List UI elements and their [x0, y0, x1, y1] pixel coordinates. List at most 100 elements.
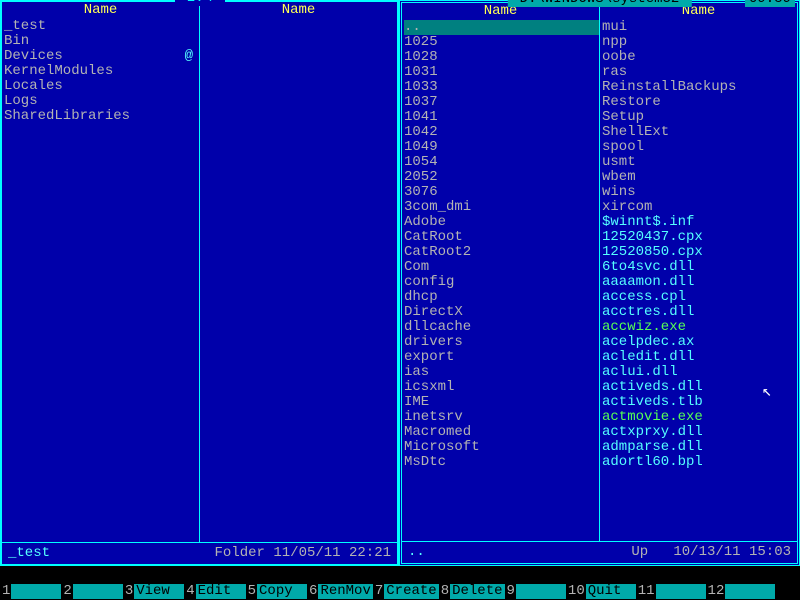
list-item[interactable]: _test — [4, 19, 199, 34]
right-col-2: Name muinppooberasReinstallBackupsRestor… — [600, 3, 797, 541]
fkey-number: 7 — [373, 584, 384, 599]
list-item[interactable]: 1025 — [404, 35, 599, 50]
list-item[interactable]: drivers — [404, 335, 599, 350]
fkey-6[interactable]: 6RenMov — [307, 584, 373, 599]
list-item[interactable]: wbem — [602, 170, 797, 185]
right-status-bar: .. Up 10/13/11 15:03 — [402, 541, 797, 563]
list-item[interactable]: Microsoft — [404, 440, 599, 455]
file-list[interactable]: muinppooberasReinstallBackupsRestoreSetu… — [600, 20, 797, 541]
list-item[interactable]: activeds.tlb — [602, 395, 797, 410]
fkey-10[interactable]: 10Quit — [566, 584, 636, 599]
list-item[interactable]: 2052 — [404, 170, 599, 185]
list-item[interactable]: Restore — [602, 95, 797, 110]
list-item[interactable]: adortl60.bpl — [602, 455, 797, 470]
fkey-11[interactable]: 11 — [636, 584, 706, 599]
list-item[interactable]: 1042 — [404, 125, 599, 140]
attr-marker: @ — [185, 49, 193, 64]
file-list[interactable] — [200, 19, 397, 542]
list-item[interactable]: KernelModules — [4, 64, 199, 79]
fkey-8[interactable]: 8Delete — [439, 584, 505, 599]
fkey-5[interactable]: 5Copy — [246, 584, 307, 599]
fkey-7[interactable]: 7Create — [373, 584, 439, 599]
list-item[interactable]: admparse.dll — [602, 440, 797, 455]
list-item[interactable]: 3com_dmi — [404, 200, 599, 215]
fkey-9[interactable]: 9 — [505, 584, 566, 599]
left-panel-title: 2:\ — [174, 0, 224, 6]
list-item[interactable]: 1049 — [404, 140, 599, 155]
list-item[interactable]: icsxml — [404, 380, 599, 395]
left-panel[interactable]: 2:\ Name _testBinDevices@KernelModulesLo… — [0, 0, 399, 566]
fkey-1[interactable]: 1 — [0, 584, 61, 599]
fkey-label — [11, 584, 61, 599]
list-item[interactable]: ras — [602, 65, 797, 80]
list-item[interactable]: Logs — [4, 94, 199, 109]
list-item[interactable]: $winnt$.inf — [602, 215, 797, 230]
list-item[interactable]: Setup — [602, 110, 797, 125]
list-item[interactable]: actxprxy.dll — [602, 425, 797, 440]
list-item[interactable]: 1031 — [404, 65, 599, 80]
list-item[interactable]: .. — [404, 20, 599, 35]
list-item[interactable]: dhcp — [404, 290, 599, 305]
command-line[interactable] — [0, 566, 800, 582]
file-list[interactable]: _testBinDevices@KernelModulesLocalesLogs… — [2, 19, 199, 542]
fkey-number: 2 — [61, 584, 72, 599]
list-item[interactable]: npp — [602, 35, 797, 50]
list-item[interactable]: CatRoot2 — [404, 245, 599, 260]
fkey-12[interactable]: 12 — [706, 584, 776, 599]
list-item[interactable]: acelpdec.ax — [602, 335, 797, 350]
column-header: Name — [200, 2, 397, 19]
list-item[interactable]: MsDtc — [404, 455, 599, 470]
left-col-1: Name _testBinDevices@KernelModulesLocale… — [2, 2, 200, 542]
fkey-label: RenMov — [318, 584, 372, 599]
list-item[interactable]: acledit.dll — [602, 350, 797, 365]
list-item[interactable]: export — [404, 350, 599, 365]
list-item[interactable]: CatRoot — [404, 230, 599, 245]
list-item[interactable]: actmovie.exe — [602, 410, 797, 425]
fkey-number: 8 — [439, 584, 450, 599]
list-item[interactable]: 1033 — [404, 80, 599, 95]
list-item[interactable]: 1054 — [404, 155, 599, 170]
list-item[interactable]: SharedLibraries — [4, 109, 199, 124]
list-item[interactable]: 6to4svc.dll — [602, 260, 797, 275]
list-item[interactable]: dllcache — [404, 320, 599, 335]
list-item[interactable]: spool — [602, 140, 797, 155]
list-item[interactable]: ReinstallBackups — [602, 80, 797, 95]
fkey-4[interactable]: 4Edit — [184, 584, 245, 599]
list-item[interactable]: 3076 — [404, 185, 599, 200]
list-item[interactable]: Locales — [4, 79, 199, 94]
list-item[interactable]: IME — [404, 395, 599, 410]
list-item[interactable]: acctres.dll — [602, 305, 797, 320]
list-item[interactable]: oobe — [602, 50, 797, 65]
list-item[interactable]: wins — [602, 185, 797, 200]
list-item[interactable]: activeds.dll — [602, 380, 797, 395]
list-item[interactable]: 1037 — [404, 95, 599, 110]
fkey-label: Quit — [586, 584, 636, 599]
list-item[interactable]: accwiz.exe — [602, 320, 797, 335]
list-item[interactable]: Bin — [4, 34, 199, 49]
list-item[interactable]: mui — [602, 20, 797, 35]
list-item[interactable]: 12520437.cpx — [602, 230, 797, 245]
file-list[interactable]: ..10251028103110331037104110421049105420… — [402, 20, 599, 541]
list-item[interactable]: aclui.dll — [602, 365, 797, 380]
list-item[interactable]: aaaamon.dll — [602, 275, 797, 290]
list-item[interactable]: ShellExt — [602, 125, 797, 140]
list-item[interactable]: config — [404, 275, 599, 290]
list-item[interactable]: Com — [404, 260, 599, 275]
list-item[interactable]: Devices@ — [4, 49, 199, 64]
list-item[interactable]: access.cpl — [602, 290, 797, 305]
fkey-number: 11 — [636, 584, 656, 599]
list-item[interactable]: usmt — [602, 155, 797, 170]
fkey-2[interactable]: 2 — [61, 584, 122, 599]
right-columns: Name ..102510281031103310371041104210491… — [402, 3, 797, 541]
list-item[interactable]: Adobe — [404, 215, 599, 230]
fkey-3[interactable]: 3View — [123, 584, 184, 599]
list-item[interactable]: ias — [404, 365, 599, 380]
right-panel[interactable]: D:\WINDOWS\system32 09:59 Name ..1025102… — [399, 0, 800, 566]
list-item[interactable]: xircom — [602, 200, 797, 215]
list-item[interactable]: Macromed — [404, 425, 599, 440]
list-item[interactable]: 1028 — [404, 50, 599, 65]
list-item[interactable]: DirectX — [404, 305, 599, 320]
list-item[interactable]: 1041 — [404, 110, 599, 125]
list-item[interactable]: 12520850.cpx — [602, 245, 797, 260]
list-item[interactable]: inetsrv — [404, 410, 599, 425]
